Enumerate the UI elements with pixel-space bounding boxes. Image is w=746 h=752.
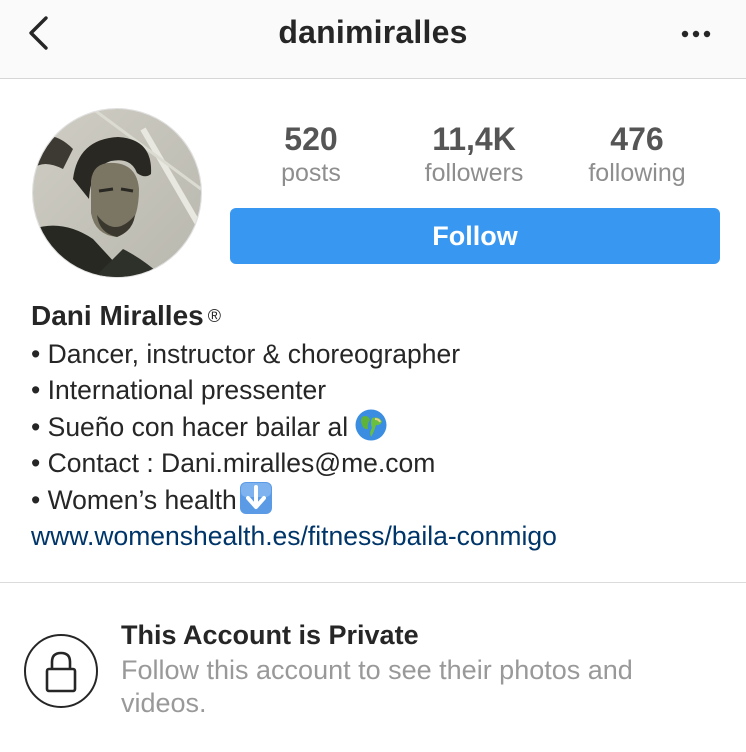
bio-line: • Contact : Dani.miralles@me.com <box>31 448 436 478</box>
posts-label: posts <box>281 159 341 187</box>
bio-line: • Women’s health <box>31 481 731 518</box>
section-divider <box>0 582 746 583</box>
stat-following[interactable]: 476 following <box>557 120 717 188</box>
following-label: following <box>588 159 686 187</box>
followers-count: 11,4K <box>432 121 516 157</box>
top-nav-bar: danimiralles <box>0 0 746 79</box>
registered-mark: ® <box>207 306 221 326</box>
globe-emoji-icon <box>355 409 387 441</box>
bio-line: • Sueño con hacer bailar al <box>31 408 731 445</box>
more-dots-icon <box>681 30 711 38</box>
more-options-button[interactable] <box>676 20 716 48</box>
bio-line: • International pressenter <box>31 375 327 405</box>
full-name-text: Dani Miralles <box>31 300 204 331</box>
private-account-description: Follow this account to see their photos … <box>121 655 633 718</box>
following-count: 476 <box>610 121 664 157</box>
down-arrow-emoji-icon <box>239 482 272 514</box>
bio-line-text: • Sueño con hacer bailar al <box>31 412 349 442</box>
bio-line: • Dancer, instructor & choreographer <box>31 339 461 369</box>
bio-website-link[interactable]: www.womenshealth.es/fitness/baila-conmig… <box>31 518 731 554</box>
follow-button[interactable]: Follow <box>230 208 720 264</box>
followers-label: followers <box>424 159 524 187</box>
stat-followers[interactable]: 11,4K followers <box>394 120 554 188</box>
lock-icon <box>45 651 77 693</box>
stat-posts[interactable]: 520 posts <box>231 120 391 188</box>
profile-username-title: danimiralles <box>278 14 468 50</box>
profile-avatar[interactable] <box>32 108 202 278</box>
posts-count: 520 <box>284 121 338 157</box>
profile-full-name: Dani Miralles ® <box>31 296 731 336</box>
private-account-title: This Account is Private <box>121 620 419 650</box>
private-lock-badge <box>24 634 98 708</box>
avatar-photo <box>33 109 201 277</box>
profile-bio: Dani Miralles ® • Dancer, instructor & ch… <box>31 296 731 554</box>
bio-line-text: • Women’s health <box>31 485 237 515</box>
